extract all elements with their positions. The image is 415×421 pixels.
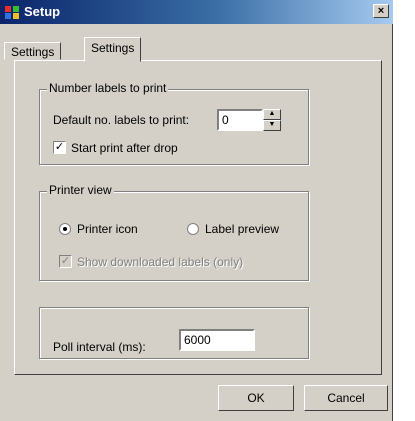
spin-down-icon[interactable]: ▼	[263, 120, 281, 131]
tab-panel: Number labels to print Default no. label…	[14, 60, 382, 375]
window-title: Setup	[24, 4, 61, 19]
tab-label: Settings	[11, 45, 55, 59]
default-labels-label: Default no. labels to print:	[53, 113, 190, 127]
radio-selected-dot	[63, 227, 67, 231]
tab-label: Settings	[91, 41, 135, 55]
tab-settings-1[interactable]: Settings	[4, 42, 62, 60]
printer-icon-radio[interactable]	[59, 223, 71, 235]
show-downloaded-checkbox[interactable]: ✓	[59, 255, 72, 268]
start-print-label: Start print after drop	[71, 141, 178, 155]
poll-interval-input[interactable]: 6000	[179, 329, 255, 351]
spin-up-icon[interactable]: ▲	[263, 109, 281, 120]
title-bar[interactable]: Setup ×	[0, 0, 393, 24]
show-downloaded-label: Show downloaded labels (only)	[77, 255, 244, 269]
close-icon: ×	[377, 5, 385, 17]
label-preview-label: Label preview	[205, 222, 280, 236]
app-icon	[5, 6, 19, 19]
check-icon: ✓	[60, 255, 71, 267]
poll-interval-value: 6000	[184, 333, 211, 347]
label-preview-radio[interactable]	[187, 223, 199, 235]
cancel-button[interactable]: Cancel	[304, 385, 388, 411]
check-icon: ✓	[54, 141, 65, 153]
cancel-label: Cancel	[327, 391, 365, 405]
default-labels-value: 0	[222, 113, 229, 127]
printer-view-title: Printer view	[47, 183, 114, 197]
close-button[interactable]: ×	[373, 4, 389, 18]
quantity-stepper[interactable]: ▲ ▼	[263, 109, 281, 131]
tab-settings-2[interactable]: Settings	[84, 37, 142, 62]
ok-label: OK	[247, 391, 265, 405]
ok-button[interactable]: OK	[218, 385, 294, 411]
default-labels-input[interactable]: 0	[217, 109, 263, 131]
start-print-checkbox[interactable]: ✓	[53, 141, 66, 154]
setup-dialog: Setup × Settings Settings Number labels …	[0, 0, 393, 421]
poll-interval-label: Poll interval (ms):	[53, 340, 146, 354]
printer-icon-label: Printer icon	[77, 222, 138, 236]
labels-group-title: Number labels to print	[47, 81, 169, 95]
